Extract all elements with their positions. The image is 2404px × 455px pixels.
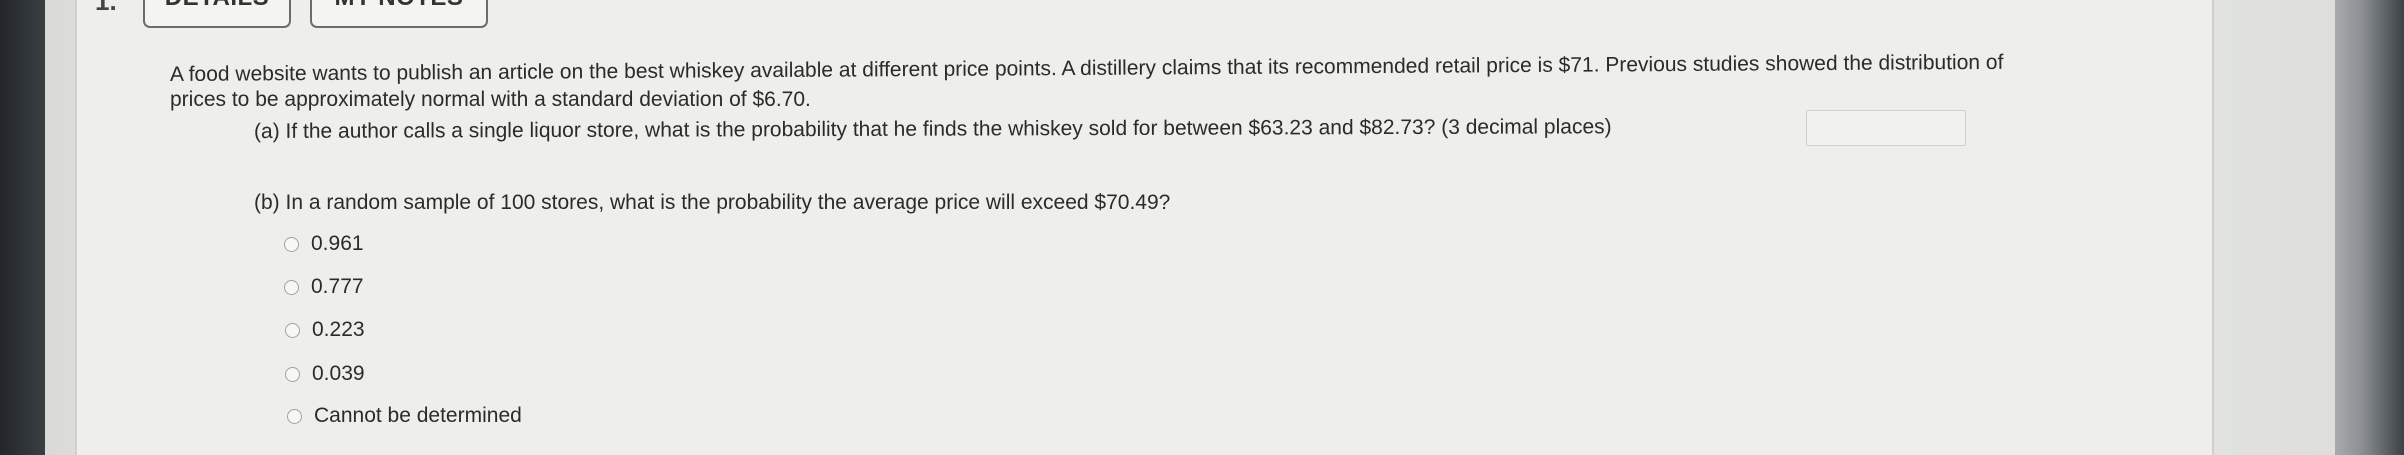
option-label: 0.039 [312,362,365,385]
details-button[interactable]: DETAILS [143,0,291,28]
option-row[interactable]: 0.223 [285,318,365,342]
part-a-text: (a) If the author calls a single liquor … [253,115,1612,143]
radio-button[interactable] [285,322,300,338]
screen-right-edge [2335,0,2404,455]
radio-button[interactable] [287,408,302,424]
question-stem-line2: prices to be approximately normal with a… [170,88,811,111]
radio-button[interactable] [284,236,299,252]
part-a-answer-input[interactable] [1806,110,1966,146]
radio-button[interactable] [285,366,300,382]
radio-button[interactable] [284,279,299,295]
part-b-text: (b) In a random sample of 100 stores, wh… [254,191,1171,214]
option-row[interactable]: 0.039 [285,362,365,386]
option-label: 0.777 [311,275,364,298]
option-row[interactable]: Cannot be determined [287,404,522,428]
details-label: DETAILS [165,0,269,12]
option-label: 0.961 [311,232,364,255]
screen-left-edge [0,0,45,455]
option-label: 0.223 [312,318,365,341]
my-notes-label: MY NOTES [335,0,464,12]
option-row[interactable]: 0.961 [284,232,364,256]
option-row[interactable]: 0.777 [284,275,364,299]
my-notes-button[interactable]: MY NOTES [310,0,488,28]
question-number: 1. [95,0,117,16]
option-label: Cannot be determined [314,404,522,427]
